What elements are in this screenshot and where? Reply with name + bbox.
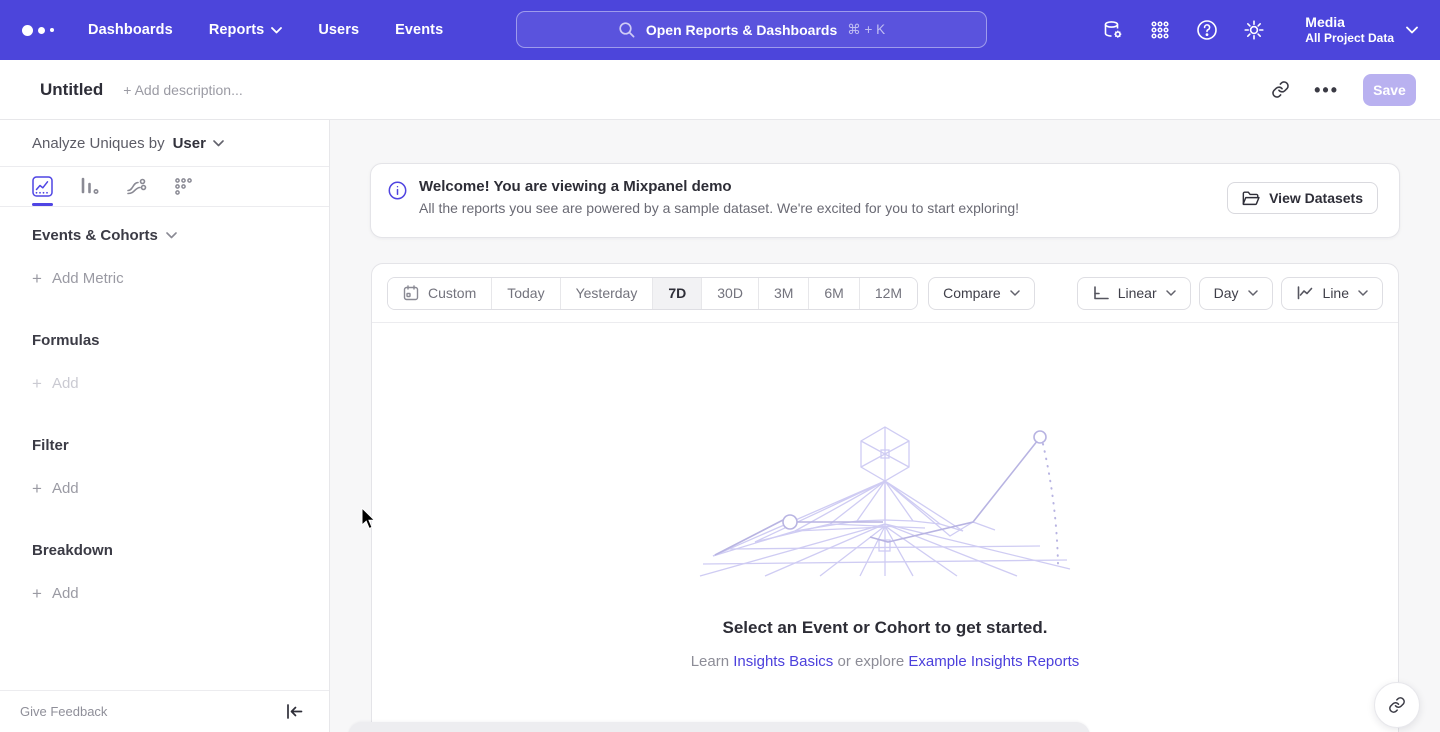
add-description-button[interactable]: + Add description... bbox=[123, 82, 242, 98]
chart-toolbar: Custom Today Yesterday 7D 30D 3M 6M 12M … bbox=[372, 264, 1398, 323]
chevron-down-icon bbox=[1166, 290, 1176, 296]
banner-subtitle: All the reports you see are powered by a… bbox=[419, 200, 1019, 216]
collapse-sidebar-icon[interactable] bbox=[286, 704, 303, 719]
date-range-12m[interactable]: 12M bbox=[860, 278, 917, 309]
insights-basics-link[interactable]: Insights Basics bbox=[733, 653, 833, 670]
tab-retention-icon[interactable] bbox=[173, 167, 194, 206]
project-subtitle: All Project Data bbox=[1305, 31, 1394, 46]
nav-item-reports[interactable]: Reports bbox=[209, 22, 283, 38]
chevron-down-icon bbox=[1358, 290, 1368, 296]
report-title[interactable]: Untitled bbox=[40, 80, 103, 100]
section-title-formulas: Formulas bbox=[32, 332, 329, 349]
chevron-down-icon bbox=[271, 27, 282, 34]
global-search-input[interactable]: Open Reports & Dashboards ⌘ + K bbox=[516, 11, 987, 48]
nav-item-dashboards[interactable]: Dashboards bbox=[88, 22, 173, 38]
scale-dropdown[interactable]: Linear bbox=[1077, 277, 1191, 310]
data-management-icon[interactable] bbox=[1101, 18, 1125, 42]
project-name: Media bbox=[1305, 14, 1394, 31]
date-range-30d[interactable]: 30D bbox=[702, 278, 759, 309]
nav-item-events[interactable]: Events bbox=[395, 22, 443, 38]
copy-link-icon[interactable] bbox=[1270, 80, 1290, 100]
query-builder-sidebar: Analyze Uniques by User Events & Cohorts bbox=[0, 120, 330, 732]
nav-right-group: Media All Project Data bbox=[1101, 0, 1418, 60]
empty-state: Select an Event or Cohort to get started… bbox=[372, 424, 1398, 670]
date-range-6m[interactable]: 6M bbox=[809, 278, 859, 309]
plus-icon: + bbox=[32, 586, 42, 601]
chart-type-dropdown[interactable]: Line bbox=[1281, 277, 1383, 310]
tab-flows-icon[interactable] bbox=[126, 167, 147, 206]
settings-gear-icon[interactable] bbox=[1242, 18, 1266, 42]
tab-bar-chart-icon[interactable] bbox=[79, 167, 100, 206]
empty-state-subtext: Learn Insights Basics or explore Example… bbox=[372, 653, 1398, 670]
search-placeholder: Open Reports & Dashboards bbox=[646, 22, 837, 38]
chevron-down-icon bbox=[166, 232, 177, 239]
plus-icon: + bbox=[32, 481, 42, 496]
chevron-down-icon bbox=[1010, 290, 1020, 296]
info-icon bbox=[388, 181, 407, 205]
events-cohorts-dropdown[interactable]: Events & Cohorts bbox=[32, 227, 329, 244]
help-icon[interactable] bbox=[1195, 18, 1219, 42]
compare-dropdown[interactable]: Compare bbox=[928, 277, 1035, 310]
add-filter-button[interactable]: + Add bbox=[32, 480, 329, 497]
give-feedback-link[interactable]: Give Feedback bbox=[20, 704, 107, 719]
add-metric-button[interactable]: + Add Metric bbox=[32, 270, 329, 287]
analyze-by-dropdown[interactable]: User bbox=[173, 135, 224, 152]
linear-axis-icon bbox=[1092, 285, 1109, 301]
report-header: Untitled + Add description... ••• Save bbox=[0, 60, 1440, 120]
report-card: Custom Today Yesterday 7D 30D 3M 6M 12M … bbox=[371, 263, 1399, 732]
apps-grid-icon[interactable] bbox=[1148, 18, 1172, 42]
example-insights-reports-link[interactable]: Example Insights Reports bbox=[908, 653, 1079, 670]
bottom-sheet-peek[interactable] bbox=[348, 722, 1090, 732]
date-range-segmented-control: Custom Today Yesterday 7D 30D 3M 6M 12M bbox=[387, 277, 918, 310]
line-chart-icon bbox=[1296, 285, 1314, 301]
interval-dropdown[interactable]: Day bbox=[1199, 277, 1273, 310]
chevron-down-icon bbox=[1406, 26, 1418, 34]
banner-title: Welcome! You are viewing a Mixpanel demo bbox=[419, 178, 1019, 195]
analyze-label: Analyze Uniques by bbox=[32, 135, 165, 152]
date-range-custom[interactable]: Custom bbox=[388, 278, 492, 309]
sidebar-footer: Give Feedback bbox=[0, 690, 329, 732]
date-range-yesterday[interactable]: Yesterday bbox=[561, 278, 654, 309]
view-datasets-button[interactable]: View Datasets bbox=[1227, 182, 1378, 214]
empty-state-illustration bbox=[695, 424, 1075, 579]
nav-item-users[interactable]: Users bbox=[318, 22, 359, 38]
plus-icon: + bbox=[32, 271, 42, 286]
date-range-today[interactable]: Today bbox=[492, 278, 560, 309]
project-selector[interactable]: Media All Project Data bbox=[1305, 14, 1418, 46]
mixpanel-logo-icon[interactable] bbox=[22, 25, 54, 36]
top-nav: Dashboards Reports Users Events Open Rep… bbox=[0, 0, 1440, 60]
search-icon bbox=[618, 21, 636, 39]
chevron-down-icon bbox=[213, 140, 224, 147]
floating-share-link-button[interactable] bbox=[1374, 682, 1420, 728]
plus-icon: + bbox=[32, 376, 42, 391]
chevron-down-icon bbox=[1248, 290, 1258, 296]
search-shortcut: ⌘ + K bbox=[847, 22, 885, 38]
save-button[interactable]: Save bbox=[1363, 74, 1416, 106]
empty-state-title: Select an Event or Cohort to get started… bbox=[372, 618, 1398, 638]
main-content: Welcome! You are viewing a Mixpanel demo… bbox=[330, 120, 1440, 732]
tab-insights-line-icon[interactable] bbox=[32, 167, 53, 206]
nav-menu: Dashboards Reports Users Events bbox=[88, 22, 443, 38]
analyze-row: Analyze Uniques by User bbox=[0, 120, 329, 167]
add-breakdown-button[interactable]: + Add bbox=[32, 585, 329, 602]
more-options-icon[interactable]: ••• bbox=[1314, 85, 1339, 95]
folder-icon bbox=[1242, 191, 1260, 206]
section-title-filter: Filter bbox=[32, 437, 329, 454]
chart-type-tabs bbox=[0, 167, 329, 207]
date-range-7d[interactable]: 7D bbox=[653, 278, 702, 309]
mixpanel-insights-page: Dashboards Reports Users Events Open Rep… bbox=[0, 0, 1440, 732]
section-title-breakdown: Breakdown bbox=[32, 542, 329, 559]
welcome-banner: Welcome! You are viewing a Mixpanel demo… bbox=[370, 163, 1400, 238]
calendar-icon bbox=[403, 285, 419, 301]
date-range-3m[interactable]: 3M bbox=[759, 278, 809, 309]
link-icon bbox=[1388, 696, 1406, 714]
add-formula-button[interactable]: + Add bbox=[32, 375, 329, 392]
